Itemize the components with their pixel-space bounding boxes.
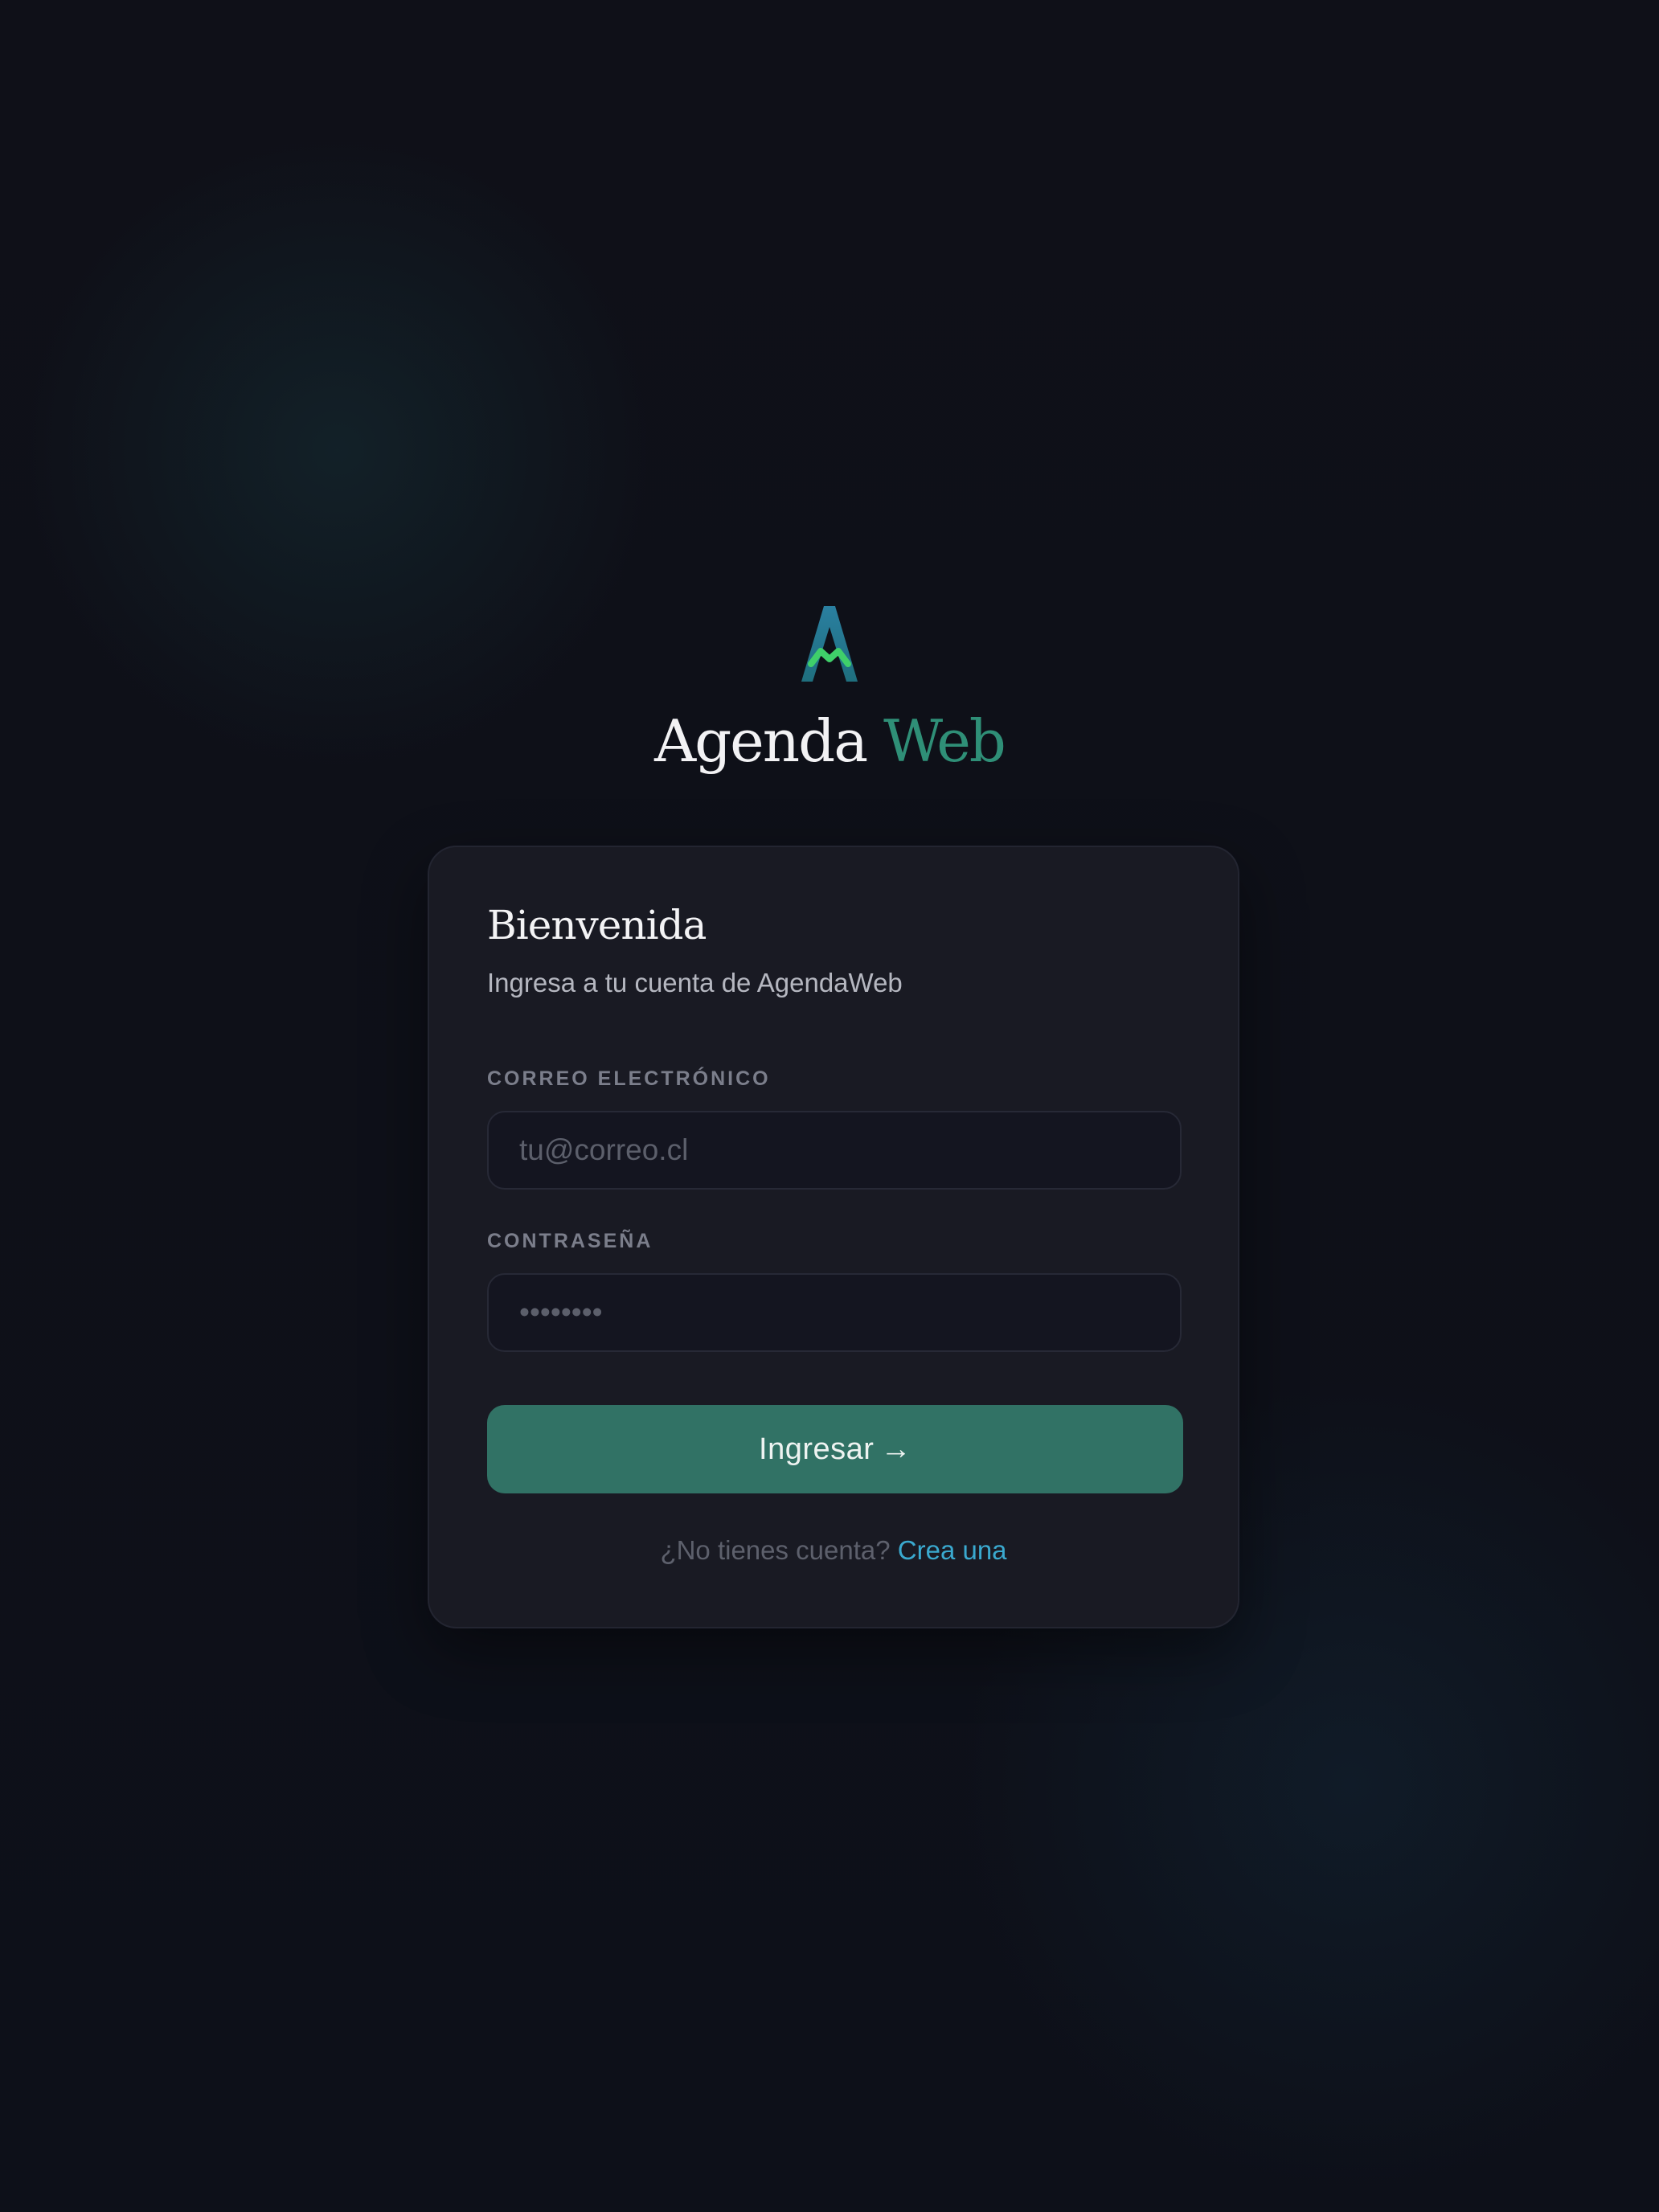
arrow-right-icon: → — [880, 1432, 911, 1466]
email-field[interactable] — [489, 1112, 1180, 1188]
letter-a-logo-icon — [801, 606, 858, 682]
email-label: CORREO ELECTRÓNICO — [487, 1067, 771, 1090]
login-card: Bienvenida Ingresa a tu cuenta de Agenda… — [428, 846, 1239, 1628]
password-field[interactable] — [489, 1275, 1180, 1350]
login-submit-button[interactable]: Ingresar → — [487, 1405, 1183, 1493]
password-label: CONTRASEÑA — [487, 1230, 653, 1252]
app-title: Agenda Web — [0, 706, 1659, 776]
login-title: Bienvenida — [487, 902, 707, 948]
login-subtitle: Ingresa a tu cuenta de AgendaWeb — [487, 968, 903, 997]
signup-link[interactable]: Crea una — [898, 1535, 1007, 1565]
login-submit-label: Ingresar — [759, 1432, 875, 1466]
signup-prompt: ¿No tienes cuenta? — [660, 1535, 891, 1565]
app-title-main: Agenda — [654, 707, 868, 775]
brand-header: Agenda Web — [0, 604, 1659, 776]
password-field-container — [487, 1273, 1182, 1352]
signup-prompt-line: ¿No tienes cuenta? Crea una — [429, 1535, 1238, 1566]
email-field-container — [487, 1111, 1182, 1190]
app-title-accent: Web — [883, 707, 1006, 775]
